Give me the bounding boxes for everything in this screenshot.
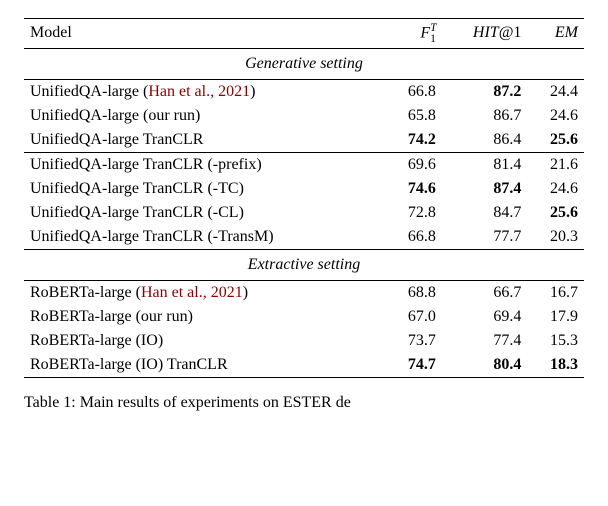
table-row: RoBERTa-large (our run) 67.0 69.4 17.9 — [24, 305, 584, 329]
col-f1: FT1 — [385, 19, 442, 49]
col-model: Model — [24, 19, 385, 49]
table-row: RoBERTa-large (IO) 73.7 77.4 15.3 — [24, 329, 584, 353]
model-cell: RoBERTa-large (our run) — [24, 305, 385, 329]
header-row: Model FT1 HIT@1 EM — [24, 19, 584, 49]
col-hit: HIT@1 — [442, 19, 528, 49]
em-cell: 16.7 — [527, 280, 584, 305]
f1-cell: 67.0 — [385, 305, 442, 329]
hit-cell: 86.4 — [442, 128, 528, 153]
em-cell: 21.6 — [527, 152, 584, 177]
table-row: RoBERTa-large (Han et al., 2021) 68.8 66… — [24, 280, 584, 305]
hit-cell: 87.2 — [442, 79, 528, 104]
model-cell: UnifiedQA-large (Han et al., 2021) — [24, 79, 385, 104]
em-cell: 24.4 — [527, 79, 584, 104]
model-cell: UnifiedQA-large TranCLR (-TransM) — [24, 225, 385, 250]
em-cell: 20.3 — [527, 225, 584, 250]
hit-cell: 80.4 — [442, 353, 528, 378]
model-cell: UnifiedQA-large TranCLR — [24, 128, 385, 153]
model-cell: UnifiedQA-large (our run) — [24, 104, 385, 128]
f1-cell: 74.7 — [385, 353, 442, 378]
table-row: UnifiedQA-large TranCLR (-CL) 72.8 84.7 … — [24, 201, 584, 225]
hit-cell: 87.4 — [442, 177, 528, 201]
table-row: UnifiedQA-large TranCLR (-TransM) 66.8 7… — [24, 225, 584, 250]
f1-cell: 68.8 — [385, 280, 442, 305]
f1-cell: 74.6 — [385, 177, 442, 201]
em-cell: 25.6 — [527, 201, 584, 225]
table-row: UnifiedQA-large TranCLR 74.2 86.4 25.6 — [24, 128, 584, 153]
section-label: Generative setting — [24, 48, 584, 79]
hit-cell: 81.4 — [442, 152, 528, 177]
hit-cell: 66.7 — [442, 280, 528, 305]
table-row: UnifiedQA-large TranCLR (-prefix) 69.6 8… — [24, 152, 584, 177]
hit-cell: 69.4 — [442, 305, 528, 329]
section-extractive: Extractive setting — [24, 249, 584, 280]
em-cell: 24.6 — [527, 104, 584, 128]
table-row: RoBERTa-large (IO) TranCLR 74.7 80.4 18.… — [24, 353, 584, 378]
f1-cell: 73.7 — [385, 329, 442, 353]
table-wrapper: Model FT1 HIT@1 EM Generative setting Un… — [0, 0, 608, 412]
f1-cell: 66.8 — [385, 225, 442, 250]
em-cell: 24.6 — [527, 177, 584, 201]
table-row: UnifiedQA-large TranCLR (-TC) 74.6 87.4 … — [24, 177, 584, 201]
f1-cell: 65.8 — [385, 104, 442, 128]
model-cell: RoBERTa-large (IO) TranCLR — [24, 353, 385, 378]
em-cell: 25.6 — [527, 128, 584, 153]
hit-cell: 77.4 — [442, 329, 528, 353]
table-row: UnifiedQA-large (Han et al., 2021) 66.8 … — [24, 79, 584, 104]
model-cell: UnifiedQA-large TranCLR (-TC) — [24, 177, 385, 201]
em-cell: 17.9 — [527, 305, 584, 329]
table-caption: Table 1: Main results of experiments on … — [24, 394, 584, 412]
table-row: UnifiedQA-large (our run) 65.8 86.7 24.6 — [24, 104, 584, 128]
section-label: Extractive setting — [24, 249, 584, 280]
citation-link[interactable]: Han et al., 2021 — [141, 284, 243, 301]
model-cell: RoBERTa-large (Han et al., 2021) — [24, 280, 385, 305]
f1-cell: 66.8 — [385, 79, 442, 104]
model-cell: UnifiedQA-large TranCLR (-CL) — [24, 201, 385, 225]
hit-cell: 84.7 — [442, 201, 528, 225]
f1-cell: 72.8 — [385, 201, 442, 225]
hit-cell: 86.7 — [442, 104, 528, 128]
results-table: Model FT1 HIT@1 EM Generative setting Un… — [24, 18, 584, 378]
citation-link[interactable]: Han et al., 2021 — [148, 83, 250, 100]
model-cell: RoBERTa-large (IO) — [24, 329, 385, 353]
model-cell: UnifiedQA-large TranCLR (-prefix) — [24, 152, 385, 177]
em-cell: 18.3 — [527, 353, 584, 378]
col-em: EM — [527, 19, 584, 49]
em-cell: 15.3 — [527, 329, 584, 353]
f1-cell: 69.6 — [385, 152, 442, 177]
f1-cell: 74.2 — [385, 128, 442, 153]
section-generative: Generative setting — [24, 48, 584, 79]
hit-cell: 77.7 — [442, 225, 528, 250]
